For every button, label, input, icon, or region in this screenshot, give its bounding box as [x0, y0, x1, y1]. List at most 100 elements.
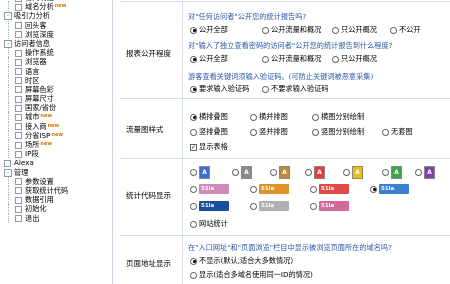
sidebar-item[interactable]: 城市new: [2, 112, 68, 122]
sidebar-item[interactable]: 屏幕色彩: [2, 84, 68, 95]
radio-button[interactable]: [190, 55, 197, 63]
stat-code-logo-option[interactable]: 51la: [190, 184, 229, 194]
sidebar-item[interactable]: 语言: [2, 66, 68, 76]
sidebar-item[interactable]: 屏幕尺寸: [2, 94, 68, 104]
sidebar-item[interactable]: 数据引用: [2, 195, 68, 205]
radio-button[interactable]: [190, 113, 197, 121]
radio-button[interactable]: [262, 26, 269, 34]
radio-button[interactable]: [312, 113, 319, 121]
sidebar-item[interactable]: Alexa: [2, 158, 68, 167]
public-level-option[interactable]: 公开全部: [190, 25, 228, 35]
public-level-option[interactable]: 不公开: [390, 25, 421, 35]
sidebar-item[interactable]: 获取统计代码: [2, 185, 68, 196]
sidebar-item[interactable]: 时区: [2, 75, 68, 86]
radio-button[interactable]: [312, 128, 319, 136]
stat-code-logo-option[interactable]: 51la: [370, 184, 409, 194]
stat-code-icon-option[interactable]: A: [270, 166, 290, 179]
page-icon: [15, 113, 22, 121]
sidebar-item[interactable]: - 访问者信息: [2, 39, 68, 48]
captcha-option-label: 要求输入验证码: [199, 84, 250, 93]
radio-button[interactable]: [190, 220, 197, 228]
flow-chart-option[interactable]: 横图分别绘制: [312, 112, 364, 122]
expand-toggle-icon[interactable]: -: [4, 168, 12, 177]
radio-button[interactable]: [382, 169, 389, 176]
sidebar-item[interactable]: 退出: [2, 213, 68, 223]
public-level-option[interactable]: 只公开概况: [332, 25, 377, 35]
radio-button[interactable]: [250, 113, 257, 121]
sidebar-item[interactable]: - 吸引力分析: [2, 11, 68, 21]
expand-toggle-icon[interactable]: -: [4, 39, 12, 48]
radio-button[interactable]: [232, 169, 239, 176]
stat-code-icon-option[interactable]: A: [382, 166, 402, 179]
page-address-option[interactable]: 显示(适合多域名使用同一ID的情况): [190, 270, 313, 280]
stat-code-logo-option[interactable]: 51la: [310, 184, 349, 194]
radio-button[interactable]: [190, 185, 197, 193]
sidebar-item[interactable]: 参数设置: [2, 176, 68, 187]
flow-chart-option[interactable]: 无套图: [382, 127, 413, 137]
stat-code-icon-option[interactable]: A: [343, 166, 363, 179]
flow-chart-option[interactable]: 横排叠图: [190, 112, 228, 122]
radio-button[interactable]: [390, 26, 397, 34]
radio-button[interactable]: [305, 169, 312, 176]
radio-button[interactable]: [250, 202, 257, 210]
radio-button[interactable]: [332, 26, 339, 34]
stat-code-logo-option[interactable]: 51la: [190, 201, 229, 211]
sidebar-item[interactable]: 分省ISPnew: [2, 130, 68, 141]
radio-button[interactable]: [190, 257, 197, 265]
sidebar-item[interactable]: 接入商new: [2, 121, 68, 132]
password-level-option[interactable]: 公开流量和概况: [262, 54, 321, 64]
flow-chart-option[interactable]: 竖图分别绘制: [312, 127, 364, 137]
sidebar-item[interactable]: 操作系统: [2, 48, 68, 58]
sidebar-item[interactable]: 场所new: [2, 140, 68, 150]
flow-chart-option[interactable]: 竖排叠图: [190, 127, 228, 137]
radio-button[interactable]: [190, 169, 197, 176]
sidebar-item-label: 退出: [25, 213, 40, 223]
sidebar-item[interactable]: 国家/省份: [2, 103, 68, 113]
stat-code-icon-option[interactable]: A: [305, 166, 325, 179]
sidebar-item[interactable]: IP段: [2, 149, 68, 159]
radio-button[interactable]: [310, 185, 317, 193]
sidebar-item[interactable]: 浏览器: [2, 57, 68, 67]
radio-button[interactable]: [262, 55, 269, 63]
radio-button[interactable]: [262, 85, 269, 93]
radio-button[interactable]: [332, 55, 339, 63]
stat-code-icon-option[interactable]: A: [415, 166, 435, 179]
radio-button[interactable]: [190, 202, 197, 210]
stat-code-icon-option[interactable]: A: [190, 166, 210, 179]
show-table-option[interactable]: ✓ 显示表格: [190, 142, 228, 152]
password-level-option[interactable]: 只公开概况: [332, 54, 377, 64]
sidebar-item[interactable]: 域名分析new: [2, 2, 68, 12]
radio-button[interactable]: [190, 271, 197, 279]
stat-icon: A: [241, 166, 252, 179]
radio-button[interactable]: [250, 185, 257, 193]
password-level-option[interactable]: 公开全部: [190, 54, 228, 64]
radio-button[interactable]: [343, 169, 350, 176]
page-address-option[interactable]: 不显示(默认,适合大多数情况): [190, 256, 293, 266]
radio-button[interactable]: [190, 85, 197, 93]
stat-code-logo-option[interactable]: 51la: [310, 201, 349, 211]
radio-button[interactable]: [382, 128, 389, 136]
radio-button[interactable]: [190, 26, 197, 34]
site-stats-text-option[interactable]: 网站统计: [190, 219, 228, 229]
captcha-option[interactable]: 要求输入验证码: [190, 84, 249, 94]
radio-button[interactable]: [250, 128, 257, 136]
radio-button[interactable]: [270, 169, 277, 176]
stat-code-logo-option[interactable]: 51la: [250, 184, 289, 194]
radio-button[interactable]: [415, 169, 422, 176]
captcha-option[interactable]: 不要求输入验证码: [262, 84, 329, 94]
radio-button[interactable]: [310, 202, 317, 210]
show-table-checkbox[interactable]: ✓: [190, 143, 197, 151]
flow-chart-option[interactable]: 横并排图: [250, 112, 288, 122]
sidebar-item[interactable]: 回头客: [2, 20, 68, 30]
public-level-option[interactable]: 公开流量和概况: [262, 25, 321, 35]
sidebar-item[interactable]: 初始化: [2, 204, 68, 214]
stat-code-logo-option[interactable]: 51la: [250, 201, 289, 211]
radio-button[interactable]: [370, 185, 377, 193]
sidebar-item[interactable]: - 管理: [2, 168, 68, 177]
expand-toggle-icon[interactable]: -: [4, 12, 12, 21]
flow-chart-option[interactable]: 竖并排图: [250, 127, 288, 137]
page-icon: [15, 58, 22, 66]
sidebar-item[interactable]: 浏览深度: [2, 29, 68, 40]
stat-code-icon-option[interactable]: A: [232, 166, 252, 179]
radio-button[interactable]: [190, 128, 197, 136]
